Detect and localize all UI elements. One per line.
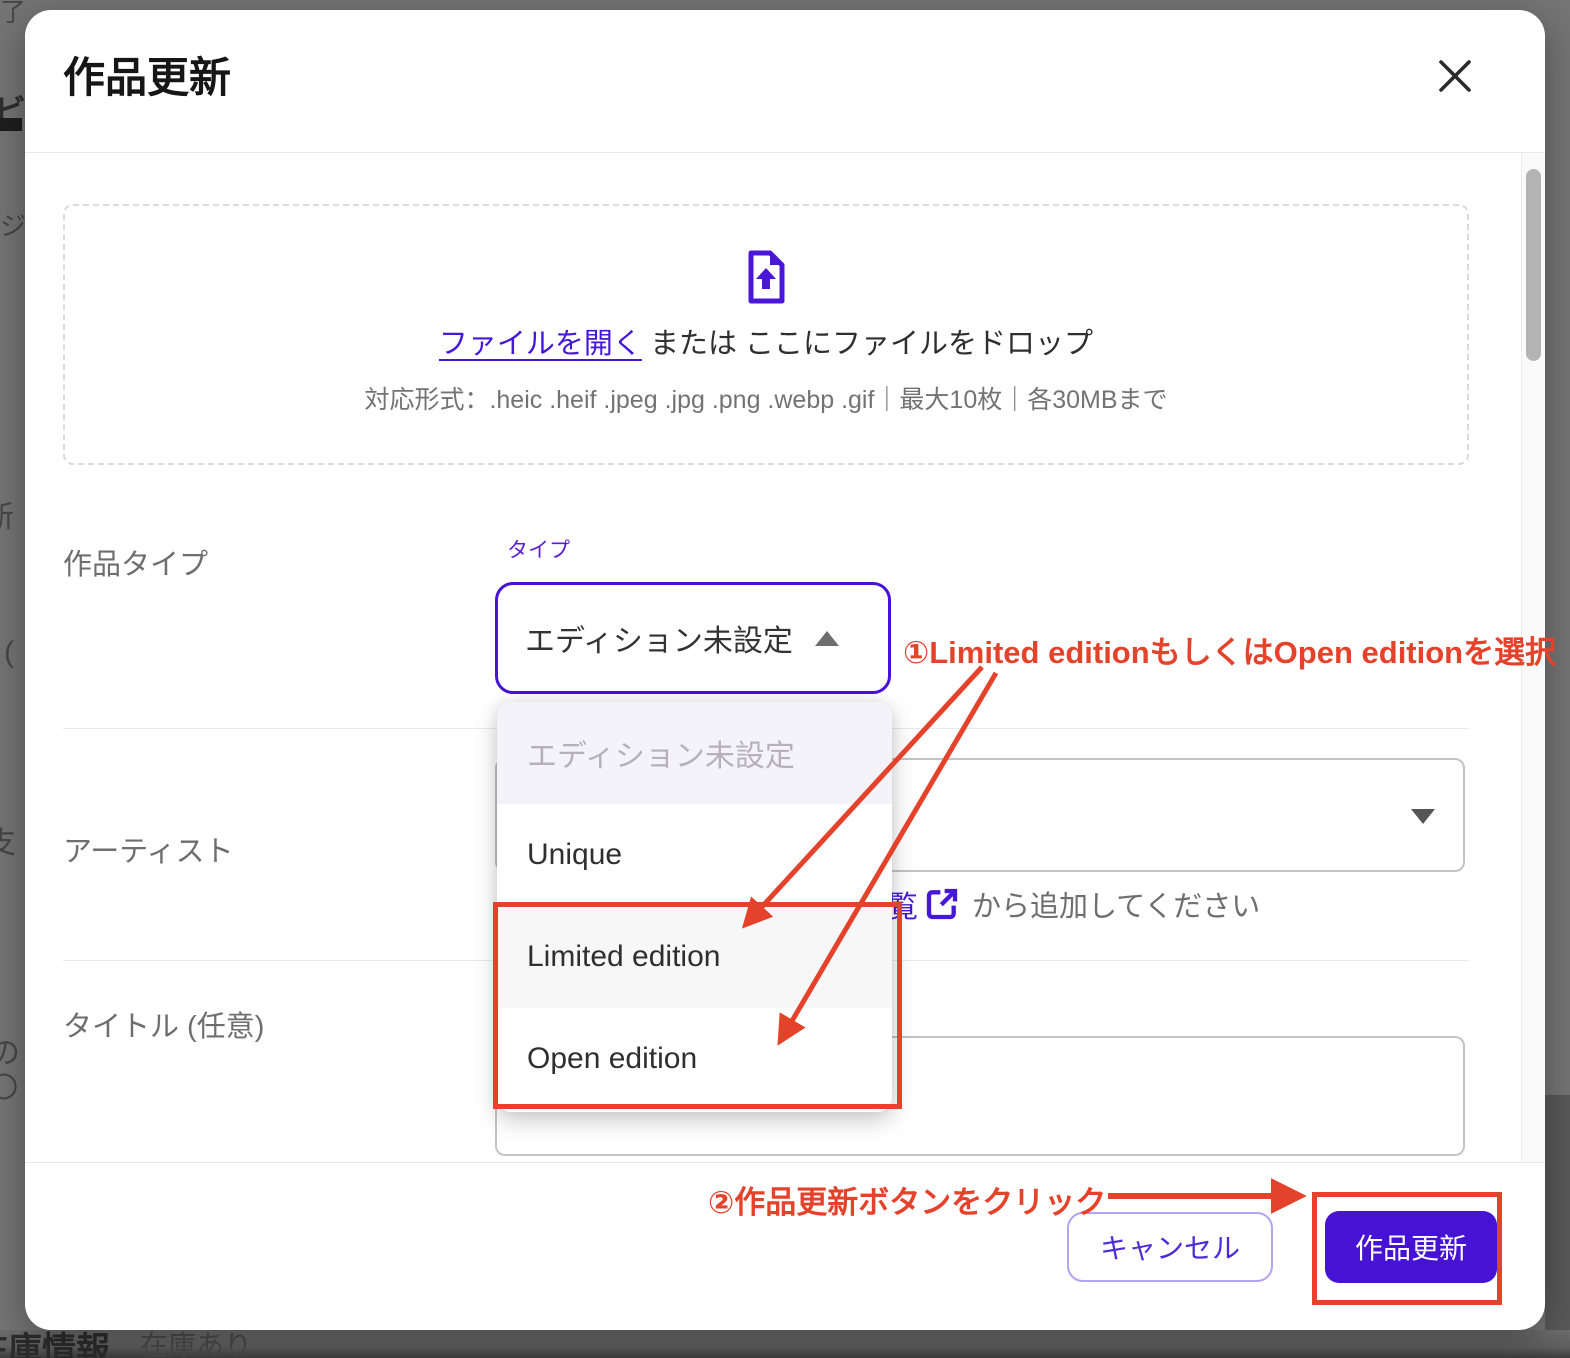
- backdrop-right-strip: [1545, 1095, 1570, 1330]
- file-upload-icon: [748, 250, 785, 304]
- chevron-up-icon: [814, 630, 839, 646]
- supported-formats-text: 対応形式：.heic .heif .jpeg .jpg .png .webp .…: [364, 386, 1168, 414]
- modal-title: 作品更新: [63, 54, 232, 101]
- close-button[interactable]: [1429, 50, 1481, 102]
- artist-row-label: アーティスト: [63, 836, 234, 868]
- backdrop-bottom-strip: 在庫情報 在庫あり: [0, 1330, 1570, 1358]
- menu-option-limited-edition[interactable]: Limited edition: [497, 906, 892, 1008]
- backdrop-tab-underline: [0, 118, 22, 131]
- open-file-link[interactable]: ファイルを開く: [439, 328, 642, 360]
- dropzone-instruction: ファイルを開く または ここにファイルをドロップ: [439, 320, 1093, 362]
- edition-type-select[interactable]: エディション未設定: [495, 582, 891, 694]
- annotation-step2-text: ②作品更新ボタンをクリック: [708, 1185, 1107, 1220]
- drop-here-text: または ここにファイルをドロップ: [650, 328, 1094, 360]
- artist-list-link-tail[interactable]: 覧: [888, 882, 918, 926]
- submit-update-button[interactable]: 作品更新: [1325, 1211, 1497, 1283]
- edition-type-menu: エディション未設定 Unique Limited edition Open ed…: [497, 702, 892, 1112]
- menu-option-edition-unset[interactable]: エディション未設定: [497, 702, 892, 804]
- annotation-step1-text: ①Limited editionもしくはOpen editionを選択: [903, 635, 1557, 670]
- external-link-icon[interactable]: [922, 884, 962, 924]
- screen: 完了 ビ ジ 新 ( 支 の 〇 在庫情報 在庫あり 作品更新 ファイルを開く: [0, 0, 1570, 1358]
- artwork-type-row-label: 作品タイプ: [63, 549, 209, 581]
- backdrop-fragment: 〇: [0, 1072, 19, 1103]
- close-icon: [1439, 60, 1471, 92]
- backdrop-fragment: 新: [0, 492, 14, 536]
- title-row-label: タイトル (任意): [63, 1011, 265, 1043]
- backdrop-fragment: 支: [0, 827, 16, 860]
- edition-type-select-value: エディション未設定: [525, 625, 793, 658]
- menu-option-unique[interactable]: Unique: [497, 804, 892, 906]
- artist-help-row: 覧 から追加してください: [888, 882, 1260, 926]
- header-divider: [25, 152, 1545, 153]
- backdrop-fragment: (: [4, 636, 14, 669]
- footer-divider: [25, 1162, 1545, 1163]
- menu-option-open-edition[interactable]: Open edition: [497, 1008, 892, 1110]
- artist-help-text: から追加してください: [972, 891, 1261, 923]
- scrollbar-thumb[interactable]: [1526, 169, 1541, 361]
- chevron-down-icon: [1411, 809, 1435, 824]
- backdrop-fragment: 完了: [0, 0, 27, 27]
- cancel-button[interactable]: キャンセル: [1067, 1212, 1273, 1282]
- file-dropzone[interactable]: ファイルを開く または ここにファイルをドロップ 対応形式：.heic .hei…: [63, 204, 1469, 465]
- type-field-label: タイプ: [507, 539, 570, 562]
- backdrop-fragment: ジ: [0, 211, 27, 241]
